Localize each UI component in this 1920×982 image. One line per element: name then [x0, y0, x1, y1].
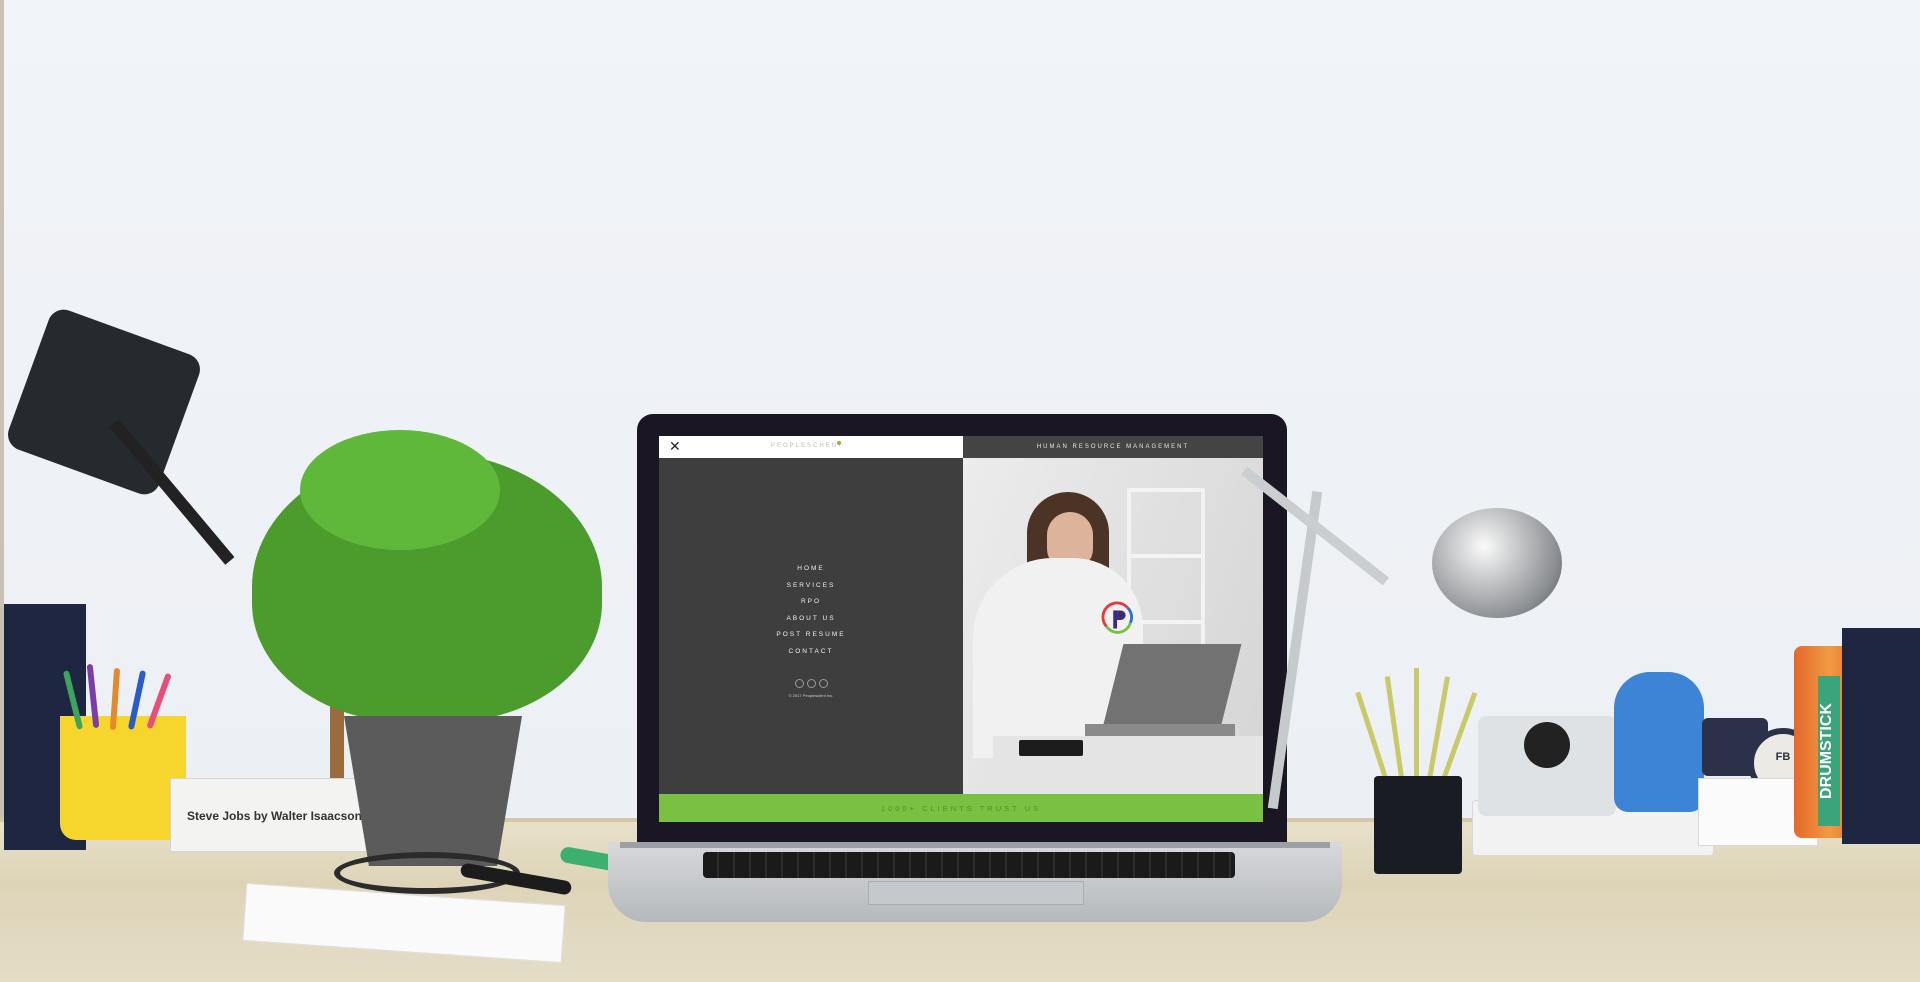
drumstick-label: DRUMSTICK — [1818, 676, 1840, 826]
laptop-screen: ✕ PEOPLESCHENT HUMAN RESOURCE MANAGEMENT… — [659, 436, 1263, 822]
laptop-hinge — [620, 842, 1330, 848]
clients-banner: 1000+ CLIENTS TRUST US — [659, 794, 1263, 822]
laptop-keyboard — [703, 852, 1235, 878]
pencil-cup-yellow — [60, 716, 186, 840]
laptop-touchpad — [868, 881, 1084, 905]
book-title: Steve Jobs by Walter Isaacson — [187, 809, 362, 823]
desk-scene: Steve Jobs by Walter Isaacson ✕ PEOPLESC… — [0, 0, 1920, 982]
close-menu-icon[interactable]: ✕ — [669, 438, 681, 455]
copyright-text: © 2017 Peoplescient Inc. — [788, 693, 834, 698]
site-tagline: HUMAN RESOURCE MANAGEMENT — [1036, 444, 1190, 450]
photo-laptop — [1102, 644, 1242, 728]
twitter-icon[interactable] — [807, 679, 816, 688]
brand-p-logo-icon — [1101, 601, 1134, 634]
logo-dot-icon — [837, 441, 841, 445]
pencil — [1414, 668, 1419, 778]
main-menu: HOME SERVICES RPO ABOUT US POST RESUME C… — [719, 561, 903, 660]
social-links — [795, 679, 835, 688]
photo-phone — [1019, 740, 1083, 756]
menu-item-contact[interactable]: CONTACT — [719, 644, 903, 661]
site-header-left: ✕ PEOPLESCHENT — [659, 436, 963, 458]
book-stack-right — [1842, 628, 1920, 844]
menu-item-about-us[interactable]: ABOUT US — [719, 611, 903, 628]
menu-item-services[interactable]: SERVICES — [719, 578, 903, 595]
menu-item-rpo[interactable]: RPO — [719, 594, 903, 611]
pencil-cup-black — [1374, 776, 1462, 874]
camera-lens — [1524, 722, 1570, 768]
menu-item-home[interactable]: HOME — [719, 561, 903, 578]
clients-banner-text: 1000+ CLIENTS TRUST US — [880, 804, 1042, 813]
plant-pot — [344, 716, 522, 866]
linkedin-icon[interactable] — [819, 679, 828, 688]
book-on-desk: Steve Jobs by Walter Isaacson — [170, 778, 382, 852]
site-logo-text[interactable]: PEOPLESCHENT — [771, 443, 844, 449]
site-header-right: HUMAN RESOURCE MANAGEMENT — [963, 436, 1263, 458]
blue-dog-figurine — [1614, 672, 1704, 812]
potted-plant-top — [300, 430, 500, 550]
silver-lamp-shade — [1432, 508, 1562, 618]
menu-item-post-resume[interactable]: POST RESUME — [719, 627, 903, 644]
hero-photo — [963, 458, 1263, 794]
facebook-icon[interactable] — [795, 679, 804, 688]
photo-laptop-base — [1085, 724, 1235, 736]
